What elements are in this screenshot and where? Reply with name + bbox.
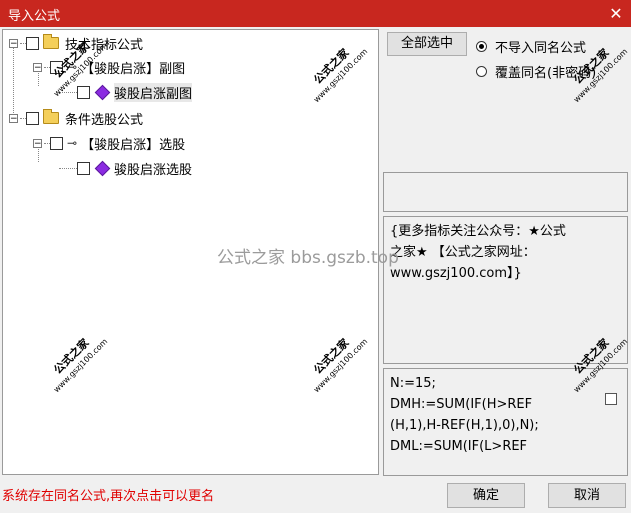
radio-button[interactable] <box>476 41 487 52</box>
watermark-center: 公式之家 bbs.gszb.top <box>217 248 399 268</box>
tree-checkbox[interactable] <box>77 85 90 99</box>
tree-item-label: 条件选股公式 <box>65 112 144 128</box>
tree-item-label: 骏股启涨选股 <box>114 162 193 178</box>
radio-skip-duplicates[interactable]: 不导入同名公式 <box>476 37 586 56</box>
key-icon: ⊸ <box>67 136 78 150</box>
collapse-icon[interactable]: − <box>33 138 42 148</box>
tree-checkbox[interactable] <box>77 161 90 175</box>
tree-item-selection-group[interactable]: − ⊸ 【骏股启涨】选股 <box>33 132 185 154</box>
tree-checkbox[interactable] <box>26 36 39 50</box>
description-text: {更多指标关注公众号：★公式 之家★ 【公式之家网址： www.gszj100.… <box>390 224 566 281</box>
formula-code-panel[interactable]: N:=15; DMH:=SUM(IF(H>REF (H,1),H-REF(H,1… <box>383 368 628 476</box>
tree-checkbox[interactable] <box>50 136 63 150</box>
radio-label: 不导入同名公式 <box>495 41 587 56</box>
radio-button[interactable] <box>476 66 487 77</box>
folder-icon <box>43 34 59 49</box>
tree-item-selection-formula[interactable]: 骏股启涨选股 <box>59 157 192 179</box>
description-panel: {更多指标关注公众号：★公式 之家★ 【公式之家网址： www.gszj100.… <box>383 216 628 364</box>
ok-button[interactable]: 确定 <box>447 483 525 508</box>
close-icon[interactable]: ✕ <box>601 0 631 27</box>
name-box[interactable] <box>383 172 628 212</box>
collapse-icon[interactable]: − <box>9 38 18 48</box>
collapse-icon[interactable]: − <box>9 113 18 123</box>
status-message: 系统存在同名公式,再次点击可以更名 <box>2 489 215 504</box>
tree-item-indicator-formula[interactable]: 骏股启涨副图 <box>59 81 193 103</box>
code-checkbox[interactable] <box>605 393 617 405</box>
cancel-button[interactable]: 取消 <box>548 483 626 508</box>
formula-code-text: N:=15; DMH:=SUM(IF(H>REF (H,1),H-REF(H,1… <box>390 376 539 454</box>
title-bar: 导入公式 ✕ <box>0 0 631 27</box>
tree-item-selection-category[interactable]: − 条件选股公式 <box>9 107 143 129</box>
select-all-button[interactable]: 全部选中 <box>387 32 467 56</box>
collapse-icon[interactable]: − <box>33 62 42 72</box>
tree-item-label: 骏股启涨副图 <box>114 82 193 102</box>
window-title: 导入公式 <box>8 9 61 24</box>
folder-icon <box>43 109 59 124</box>
formula-icon <box>94 84 111 100</box>
tree-item-label: 【骏股启涨】选股 <box>81 137 186 153</box>
formula-icon <box>94 160 111 176</box>
tree-checkbox[interactable] <box>26 111 39 125</box>
